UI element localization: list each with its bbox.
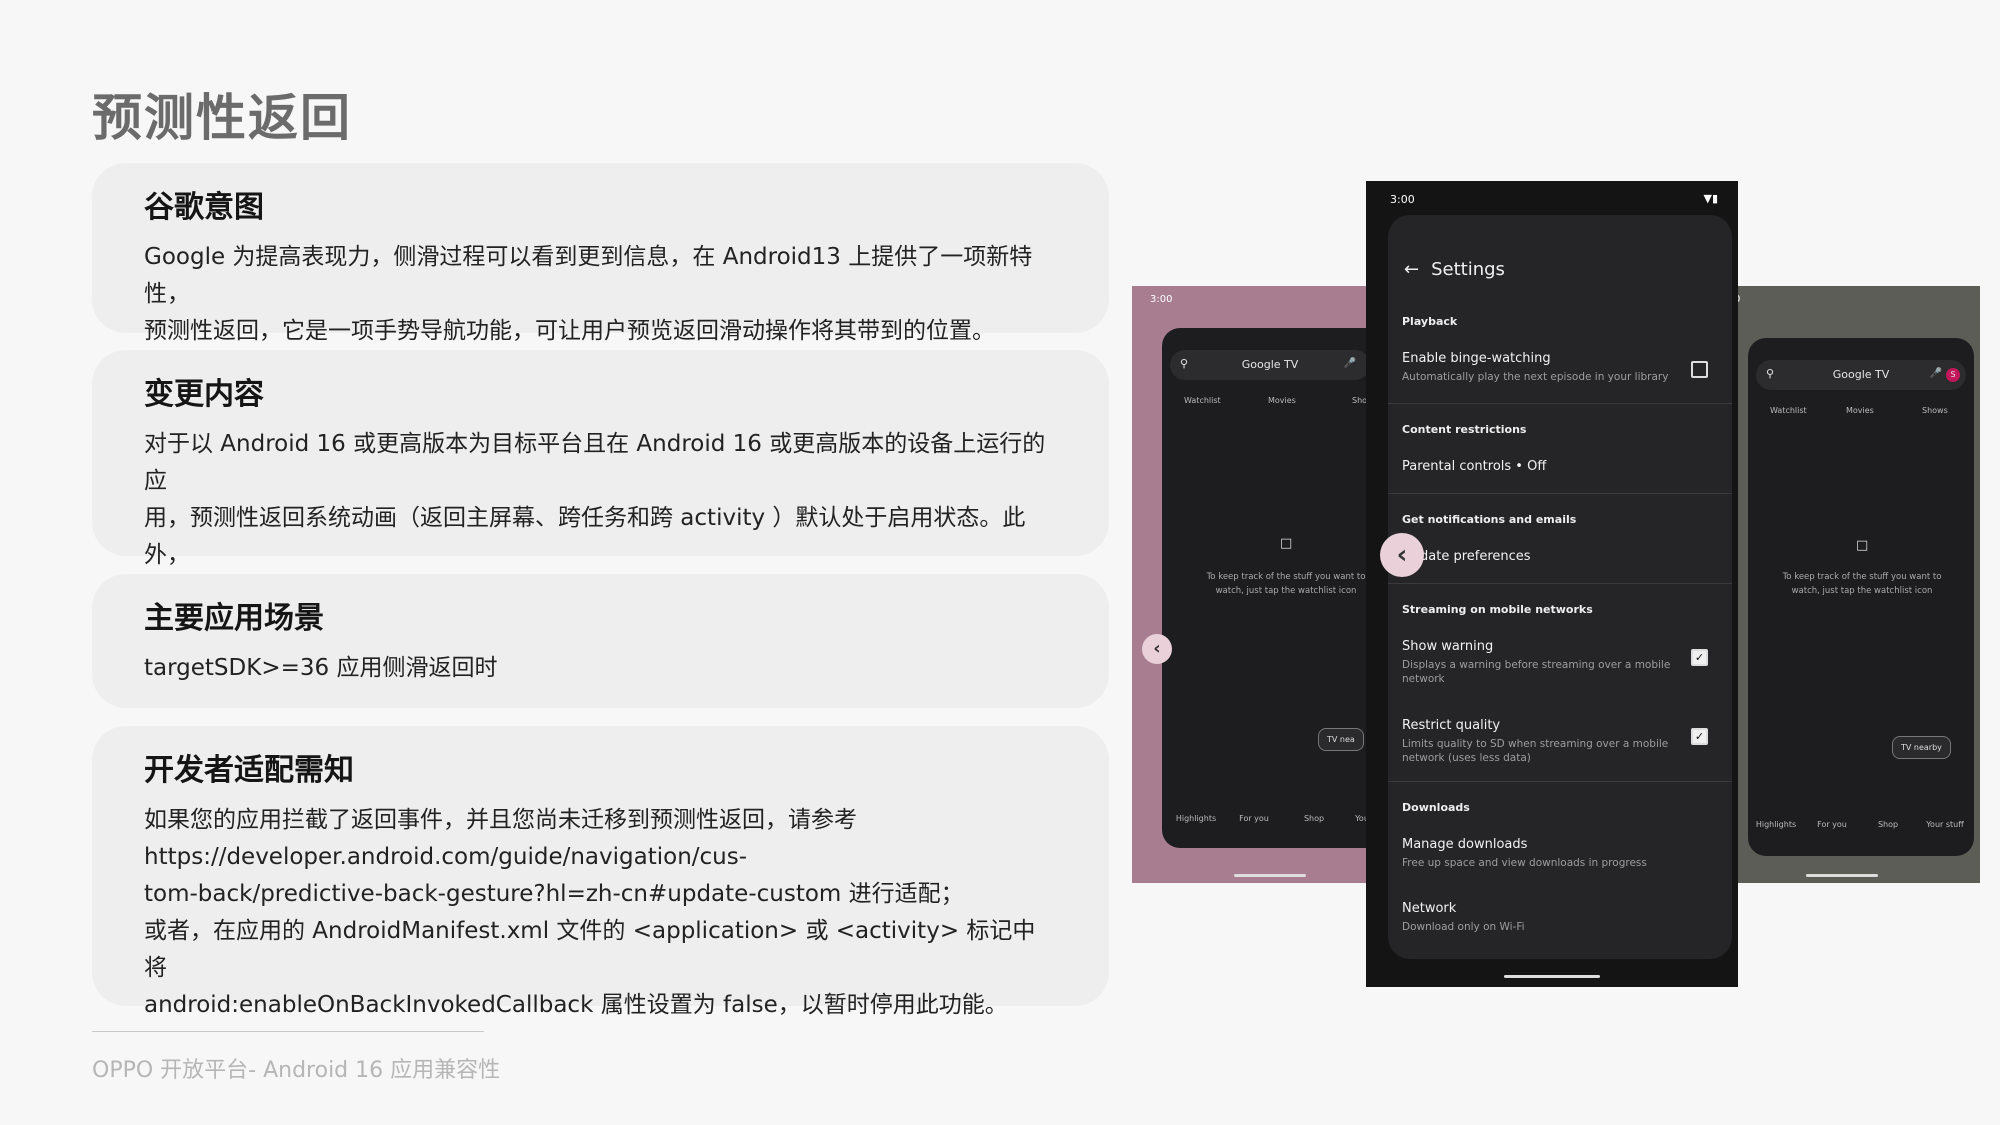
setting-parental-controls[interactable]: Parental controls • Off: [1402, 459, 1546, 474]
home-indicator: [1806, 874, 1878, 877]
settings-title: Settings: [1431, 259, 1505, 280]
footer-text: OPPO 开放平台- Android 16 应用兼容性: [92, 1058, 501, 1083]
predictive-back-arrow-icon[interactable]: ‹: [1380, 533, 1424, 577]
page-title: 预测性返回: [92, 89, 352, 147]
search-bar[interactable]: ⚲ Google TV 🎤: [1170, 350, 1368, 380]
search-label: Google TV: [1241, 358, 1299, 371]
bookmark-icon: □: [1280, 536, 1293, 551]
phone-left-screenshot: 3:00 ⚲ Google TV 🎤 Watchlist Movies Show…: [1132, 286, 1368, 883]
setting-manage-downloads-subtitle: Free up space and view downloads in prog…: [1402, 857, 1647, 869]
setting-network-title[interactable]: Network: [1402, 901, 1456, 916]
restrict-quality-checkbox[interactable]: ✓: [1691, 728, 1708, 745]
divider: [1388, 781, 1732, 782]
tab-movies[interactable]: Movies: [1268, 396, 1296, 405]
setting-update-preferences[interactable]: date preferences: [1420, 549, 1531, 564]
card-developer-notes: 开发者适配需知 如果您的应用拦截了返回事件，并且您尚未迁移到预测性返回，请参考 …: [92, 726, 1109, 1018]
nav-for-you[interactable]: For you: [1224, 814, 1284, 823]
settings-panel: ← Settings Playback Enable binge-watching…: [1388, 215, 1732, 959]
nav-highlights[interactable]: Highlights: [1166, 814, 1226, 823]
divider: [1388, 583, 1732, 584]
home-indicator: [1504, 975, 1600, 978]
setting-show-warning-title[interactable]: Show warning: [1402, 639, 1493, 654]
nav-your-stuff[interactable]: Your stuff: [1916, 820, 1974, 829]
mic-icon[interactable]: 🎤: [1344, 358, 1356, 369]
app-panel: ⚲ Google TV 🎤 S Watchlist Movies Shows □…: [1748, 338, 1974, 856]
nav-shop[interactable]: Shop: [1860, 820, 1916, 829]
setting-restrict-quality-title[interactable]: Restrict quality: [1402, 718, 1500, 733]
back-arrow-icon[interactable]: ‹: [1142, 634, 1172, 664]
watchlist-hint: To keep track of the stuff you want to w…: [1782, 572, 1942, 596]
binge-watching-checkbox[interactable]: [1691, 361, 1708, 378]
phone-right-screenshot: 0 ⚲ Google TV 🎤 S Watchlist Movies Shows…: [1732, 286, 1980, 883]
bookmark-icon: □: [1856, 538, 1869, 553]
status-time: 3:00: [1390, 193, 1415, 206]
footer-divider: [92, 1031, 484, 1032]
setting-restrict-quality-subtitle: Limits quality to SD when streaming over…: [1402, 738, 1669, 764]
nav-highlights[interactable]: Highlights: [1748, 820, 1804, 829]
show-warning-checkbox[interactable]: ✓: [1691, 649, 1708, 666]
card-heading: 开发者适配需知: [144, 753, 354, 788]
avatar[interactable]: S: [1946, 368, 1960, 382]
nav-you[interactable]: You: [1332, 814, 1368, 823]
battery-icon: ▼▮: [1703, 192, 1718, 205]
status-time: 3:00: [1150, 294, 1173, 305]
search-bar[interactable]: ⚲ Google TV 🎤 S: [1756, 360, 1966, 390]
tab-shows[interactable]: Shows: [1922, 406, 1948, 415]
card-changes: 变更内容 对于以 Android 16 或更高版本为目标平台且在 Android…: [92, 350, 1109, 605]
card-heading: 变更内容: [144, 377, 264, 412]
section-playback: Playback: [1402, 315, 1458, 328]
tab-movies[interactable]: Movies: [1846, 406, 1874, 415]
setting-binge-watching-subtitle: Automatically play the next episode in y…: [1402, 371, 1669, 383]
app-panel: ⚲ Google TV 🎤 Watchlist Movies Show □ To…: [1162, 328, 1368, 848]
card-body: targetSDK>=36 应用侧滑返回时: [144, 655, 498, 681]
tv-nearby-button[interactable]: TV nea: [1318, 728, 1364, 751]
setting-manage-downloads-title[interactable]: Manage downloads: [1402, 837, 1527, 852]
tab-watchlist[interactable]: Watchlist: [1184, 396, 1221, 405]
watchlist-hint: To keep track of the stuff you want to w…: [1206, 572, 1366, 596]
card-heading: 谷歌意图: [144, 190, 264, 225]
settings-header: ← Settings: [1404, 259, 1505, 280]
home-indicator: [1234, 874, 1306, 877]
phone-center-settings-screenshot: 3:00 ▼▮ ← Settings Playback Enable binge-…: [1366, 181, 1738, 987]
card-body: Google 为提高表现力，侧滑过程可以看到更到信息，在 Android13 上…: [144, 244, 1033, 344]
setting-binge-watching-title[interactable]: Enable binge-watching: [1402, 351, 1551, 366]
card-heading: 主要应用场景: [144, 601, 324, 636]
card-body: 如果您的应用拦截了返回事件，并且您尚未迁移到预测性返回，请参考 https://…: [144, 807, 1036, 1018]
section-downloads: Downloads: [1402, 801, 1470, 814]
section-mobile-streaming: Streaming on mobile networks: [1402, 603, 1593, 616]
section-notifications: Get notifications and emails: [1402, 513, 1577, 526]
setting-show-warning-subtitle: Displays a warning before streaming over…: [1402, 659, 1671, 685]
tv-nearby-button[interactable]: TV nearby: [1892, 736, 1951, 759]
divider: [1388, 493, 1732, 494]
divider: [1388, 403, 1732, 404]
mic-icon[interactable]: 🎤: [1930, 368, 1942, 379]
setting-network-subtitle: Download only on Wi-Fi: [1402, 921, 1525, 933]
card-google-intent: 谷歌意图 Google 为提高表现力，侧滑过程可以看到更到信息，在 Androi…: [92, 163, 1109, 344]
section-content-restrictions: Content restrictions: [1402, 423, 1527, 436]
back-arrow-icon[interactable]: ←: [1404, 259, 1419, 280]
card-scenario: 主要应用场景 targetSDK>=36 应用侧滑返回时: [92, 574, 1109, 708]
tab-watchlist[interactable]: Watchlist: [1770, 406, 1807, 415]
nav-for-you[interactable]: For you: [1804, 820, 1860, 829]
